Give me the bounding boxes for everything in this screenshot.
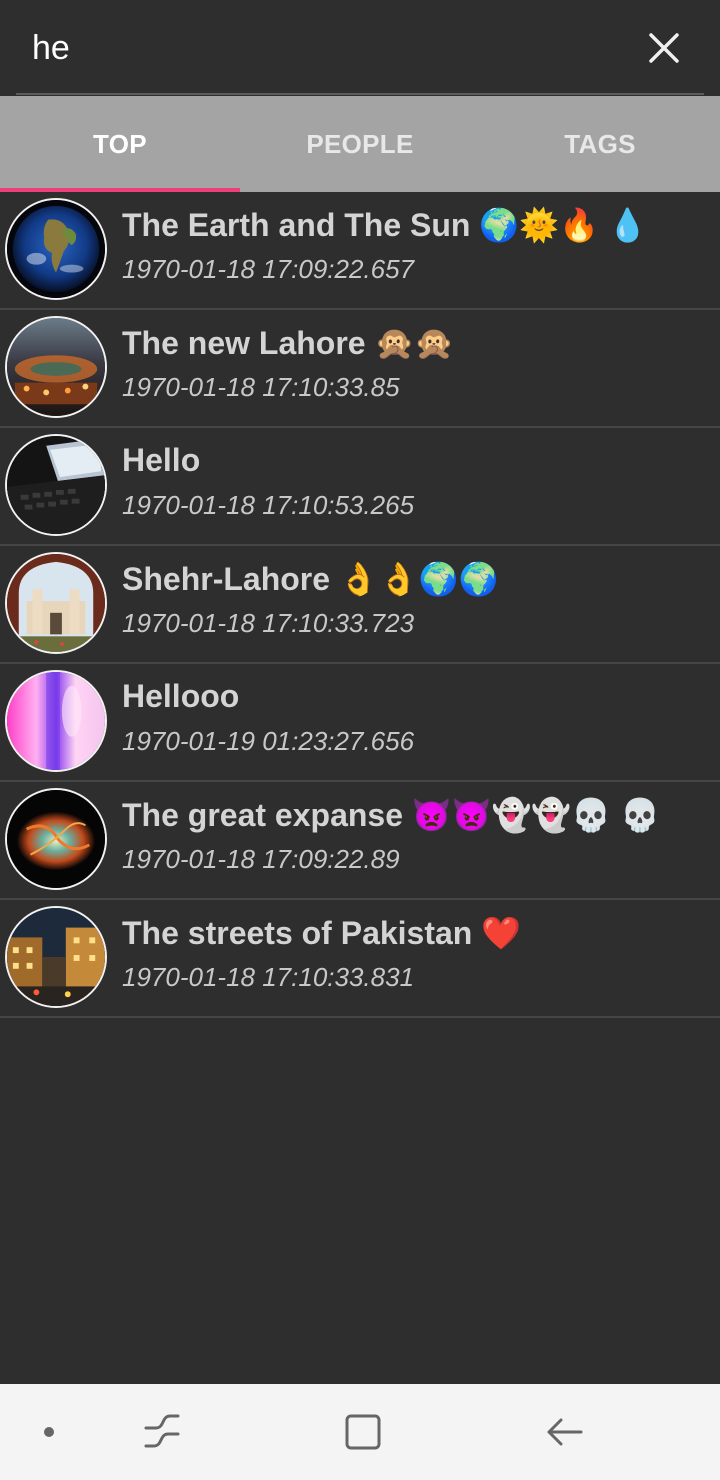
tab-top[interactable]: TOP	[0, 96, 240, 192]
earth-avatar	[5, 198, 107, 300]
dot-icon	[44, 1427, 54, 1437]
tab-label: PEOPLE	[306, 128, 414, 159]
list-item[interactable]: The new Lahore 🙊🙊 1970-01-18 17:10:33.85	[0, 310, 720, 428]
back-button[interactable]	[535, 1402, 595, 1462]
result-timestamp: 1970-01-18 17:10:33.831	[122, 962, 415, 992]
street-avatar	[5, 906, 107, 1008]
result-title: The Earth and The Sun 🌍🌞🔥 💧	[122, 207, 648, 243]
screen: TOP PEOPLE TAGS	[0, 0, 720, 1480]
tab-bar: TOP PEOPLE TAGS	[0, 96, 720, 192]
recent-apps-button[interactable]	[132, 1402, 192, 1462]
list-item[interactable]: The streets of Pakistan ❤️ 1970-01-18 17…	[0, 900, 720, 1018]
list-item[interactable]: The great expanse 👿👿👻👻💀 💀 1970-01-18 17:…	[0, 782, 720, 900]
lahore-night-avatar	[5, 316, 107, 418]
results-list: The Earth and The Sun 🌍🌞🔥 💧 1970-01-18 1…	[0, 192, 720, 1018]
home-icon	[345, 1414, 381, 1450]
laptop-avatar	[5, 434, 107, 536]
system-nav-bar	[0, 1384, 720, 1480]
dot-button[interactable]	[19, 1402, 79, 1462]
tab-tags[interactable]: TAGS	[480, 96, 720, 192]
result-title: The streets of Pakistan ❤️	[122, 915, 522, 951]
result-title: Shehr-Lahore 👌👌🌍🌍	[122, 561, 499, 597]
home-button[interactable]	[333, 1402, 393, 1462]
back-icon	[547, 1418, 583, 1446]
list-item[interactable]: The Earth and The Sun 🌍🌞🔥 💧 1970-01-18 1…	[0, 192, 720, 310]
result-timestamp: 1970-01-19 01:23:27.656	[122, 726, 415, 756]
list-item[interactable]: Shehr-Lahore 👌👌🌍🌍 1970-01-18 17:10:33.72…	[0, 546, 720, 664]
pink-blur-avatar	[5, 670, 107, 772]
list-item[interactable]: Hello 1970-01-18 17:10:53.265	[0, 428, 720, 546]
tab-label: TOP	[93, 128, 147, 159]
search-input[interactable]	[16, 10, 616, 86]
result-timestamp: 1970-01-18 17:09:22.89	[122, 844, 400, 874]
search-underline	[16, 93, 704, 95]
result-title: Hello	[122, 442, 201, 478]
tab-people[interactable]: PEOPLE	[240, 96, 480, 192]
close-icon	[649, 33, 679, 63]
result-title: Hellooo	[122, 678, 240, 714]
search-bar	[0, 0, 720, 96]
result-timestamp: 1970-01-18 17:09:22.657	[122, 254, 415, 284]
result-timestamp: 1970-01-18 17:10:53.265	[122, 490, 415, 520]
result-title: The new Lahore 🙊🙊	[122, 325, 455, 361]
tab-label: TAGS	[564, 128, 636, 159]
result-timestamp: 1970-01-18 17:10:33.723	[122, 608, 415, 638]
result-title: The great expanse 👿👿👻👻💀 💀	[122, 797, 660, 833]
result-timestamp: 1970-01-18 17:10:33.85	[122, 372, 400, 402]
recent-apps-icon	[144, 1414, 180, 1448]
fort-avatar	[5, 552, 107, 654]
nebula-avatar	[5, 788, 107, 890]
clear-search-button[interactable]	[636, 20, 692, 76]
list-item[interactable]: Hellooo 1970-01-19 01:23:27.656	[0, 664, 720, 782]
